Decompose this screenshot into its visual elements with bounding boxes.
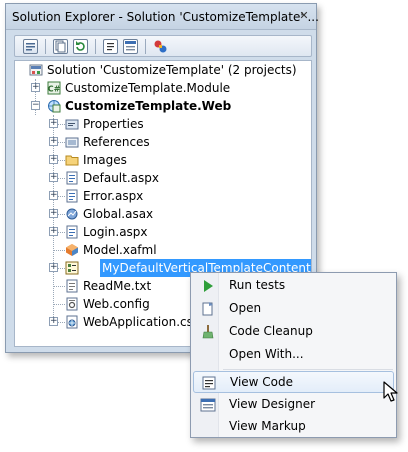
open-icon	[200, 301, 216, 317]
menu-separator	[223, 369, 393, 370]
aspx-page-icon	[65, 171, 79, 185]
class-diagram-icon[interactable]	[153, 39, 168, 54]
toolbar-separator	[95, 39, 96, 54]
aspx-page-icon	[65, 225, 79, 239]
tree-item-references[interactable]: + References	[15, 133, 311, 151]
tree-item-properties[interactable]: + Properties	[15, 115, 311, 133]
expand-icon[interactable]: +	[49, 209, 58, 218]
properties-icon[interactable]	[23, 39, 38, 54]
menu-item-view-markup[interactable]: View Markup	[193, 416, 394, 438]
tree-item-label: ReadMe.txt	[83, 279, 152, 293]
model-icon	[65, 243, 79, 257]
expand-icon[interactable]: +	[49, 155, 58, 164]
tree-item-label: Properties	[83, 117, 144, 131]
tree-item-label: Web.config	[83, 297, 150, 311]
global-asax-icon	[65, 207, 79, 221]
toolbar	[14, 35, 312, 57]
tree-item-images[interactable]: + Images	[15, 151, 311, 169]
window-title: Solution Explorer - Solution 'CustomizeT…	[12, 10, 319, 24]
tree-item-default-aspx[interactable]: + Default.aspx	[15, 169, 311, 187]
cs-file-icon	[65, 315, 79, 329]
tree-item-label: WebApplication.cs	[83, 315, 193, 329]
refresh-icon[interactable]	[73, 39, 88, 54]
expand-icon[interactable]: +	[49, 227, 58, 236]
tree-item-label: Global.asax	[83, 207, 154, 221]
tree-item-web-project[interactable]: − CustomizeTemplate.Web	[15, 97, 311, 115]
menu-item-label: View Markup	[229, 419, 306, 433]
menu-item-label: Open	[229, 301, 262, 315]
tree-item-module-project[interactable]: + C# CustomizeTemplate.Module	[15, 79, 311, 97]
tree-item-label: Solution 'CustomizeTemplate' (2 projects…	[47, 63, 297, 77]
close-icon[interactable]: ✕	[296, 9, 312, 23]
menu-item-code-cleanup[interactable]: Code Cleanup	[193, 321, 394, 343]
show-all-files-icon[interactable]	[53, 39, 68, 54]
menu-item-label: Run tests	[229, 278, 286, 292]
menu-item-view-code[interactable]: View Code	[193, 371, 394, 393]
menu-item-view-designer[interactable]: View Designer	[193, 394, 394, 416]
menu-item-label: View Code	[230, 375, 294, 389]
view-code-icon[interactable]	[103, 39, 118, 54]
folder-icon	[65, 153, 79, 167]
aspx-page-icon	[65, 189, 79, 203]
title-bar[interactable]: Solution Explorer - Solution 'CustomizeT…	[6, 4, 319, 30]
toolbar-separator	[45, 39, 46, 54]
config-file-icon	[65, 297, 79, 311]
web-project-icon	[47, 99, 61, 113]
solution-icon	[29, 63, 43, 77]
menu-item-open-with[interactable]: Open With...	[193, 344, 394, 366]
tree-item-solution[interactable]: Solution 'CustomizeTemplate' (2 projects…	[15, 61, 311, 79]
tree-item-error-aspx[interactable]: + Error.aspx	[15, 187, 311, 205]
menu-item-label: Code Cleanup	[229, 324, 313, 338]
tree-item-label: CustomizeTemplate.Web	[65, 99, 232, 113]
toolbar-separator	[145, 39, 146, 54]
mouse-pointer-icon	[383, 381, 401, 403]
code-cleanup-icon	[200, 324, 216, 340]
expand-icon[interactable]: +	[49, 263, 58, 272]
menu-item-label: Open With...	[229, 347, 304, 361]
text-file-icon	[65, 279, 79, 293]
view-designer-icon	[200, 397, 216, 413]
tree-item-label: Login.aspx	[83, 225, 148, 239]
tree-item-login-aspx[interactable]: + Login.aspx	[15, 223, 311, 241]
user-control-icon	[65, 261, 79, 275]
expand-icon[interactable]: +	[49, 173, 58, 182]
svg-text:C#: C#	[48, 85, 61, 94]
run-tests-icon	[200, 278, 216, 294]
expand-icon[interactable]: +	[49, 191, 58, 200]
tree-item-label: References	[83, 135, 150, 149]
references-icon	[65, 135, 79, 149]
menu-item-label: View Designer	[229, 397, 316, 411]
expand-icon[interactable]: +	[49, 317, 58, 326]
tree-item-label: Images	[83, 153, 127, 167]
menu-item-run-tests[interactable]: Run tests	[193, 275, 394, 297]
collapse-icon[interactable]: −	[31, 101, 40, 110]
csharp-project-icon: C#	[47, 81, 61, 95]
context-menu: Run tests Open Code Cleanup Open With...…	[190, 272, 397, 438]
menu-item-open[interactable]: Open	[193, 298, 394, 320]
view-designer-icon[interactable]	[123, 39, 138, 54]
tree-item-model-xafml[interactable]: Model.xafml	[15, 241, 311, 259]
expand-icon[interactable]: +	[49, 137, 58, 146]
tree-item-label: Model.xafml	[83, 243, 157, 257]
tree-item-label: Default.aspx	[83, 171, 159, 185]
tree-item-global-asax[interactable]: + Global.asax	[15, 205, 311, 223]
tree-item-label: Error.aspx	[83, 189, 144, 203]
tree-item-label: CustomizeTemplate.Module	[65, 81, 231, 95]
view-code-icon	[201, 375, 217, 391]
expand-icon[interactable]: +	[31, 83, 40, 92]
expand-icon[interactable]: +	[49, 119, 58, 128]
properties-folder-icon	[65, 117, 79, 131]
